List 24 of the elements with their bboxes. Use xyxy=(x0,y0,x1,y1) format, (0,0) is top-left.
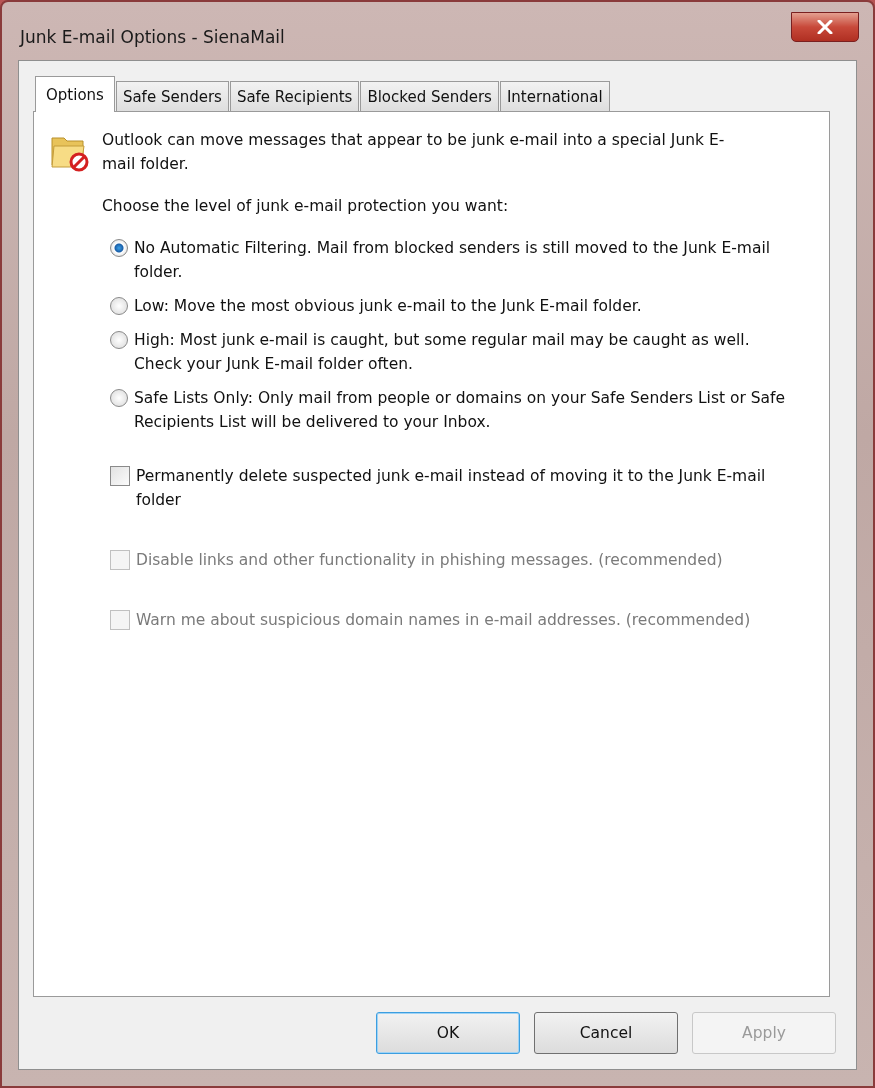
dialog-button[interactable]: Cancel xyxy=(534,1012,678,1054)
checkbox[interactable] xyxy=(110,466,130,486)
tab[interactable]: Blocked Senders xyxy=(360,81,499,111)
radio-label: High: Most junk e-mail is caught, but some regular mail may be caught as well. Check your Junk E-mail folder often. xyxy=(134,330,751,375)
checkbox-label: Permanently delete suspected junk e-mail instead of moving it to the Junk E-mail folder xyxy=(136,466,767,511)
prompt-text: Choose the level of junk e-mail protection you want: xyxy=(102,196,510,217)
dialog-button[interactable]: OK xyxy=(376,1012,520,1054)
tab[interactable]: Safe Senders xyxy=(115,81,229,111)
close-button[interactable] xyxy=(791,12,859,42)
description-text: Outlook can move messages that appear to be junk e-mail into a special Junk E-mail folder. xyxy=(102,130,726,175)
radio-button[interactable] xyxy=(110,239,128,257)
radio-label: Low: Move the most obvious junk e-mail to the Junk E-mail folder. xyxy=(134,296,642,317)
radio-button[interactable] xyxy=(110,331,128,349)
radio-label: No Automatic Filtering. Mail from blocked senders is still moved to the Junk E-mail folder. xyxy=(134,238,772,283)
checkbox-label: Disable links and other functionality in phishing messages. (recommended) xyxy=(136,550,723,571)
radio-button[interactable] xyxy=(110,389,128,407)
tab[interactable]: International xyxy=(499,81,610,111)
radio-button[interactable] xyxy=(110,297,128,315)
window-title: Junk E-mail Options - SienaMail xyxy=(20,27,285,47)
tab[interactable]: Safe Recipients xyxy=(229,81,360,111)
checkbox-label: Warn me about suspicious domain names in e-mail addresses. (recommended) xyxy=(136,610,751,631)
close-icon xyxy=(817,20,833,34)
radio-label: Safe Lists Only: Only mail from people or domains on your Safe Senders List or Safe Recipients List will be delivered to your Inbox. xyxy=(134,388,787,433)
tab[interactable]: Options xyxy=(35,76,115,112)
